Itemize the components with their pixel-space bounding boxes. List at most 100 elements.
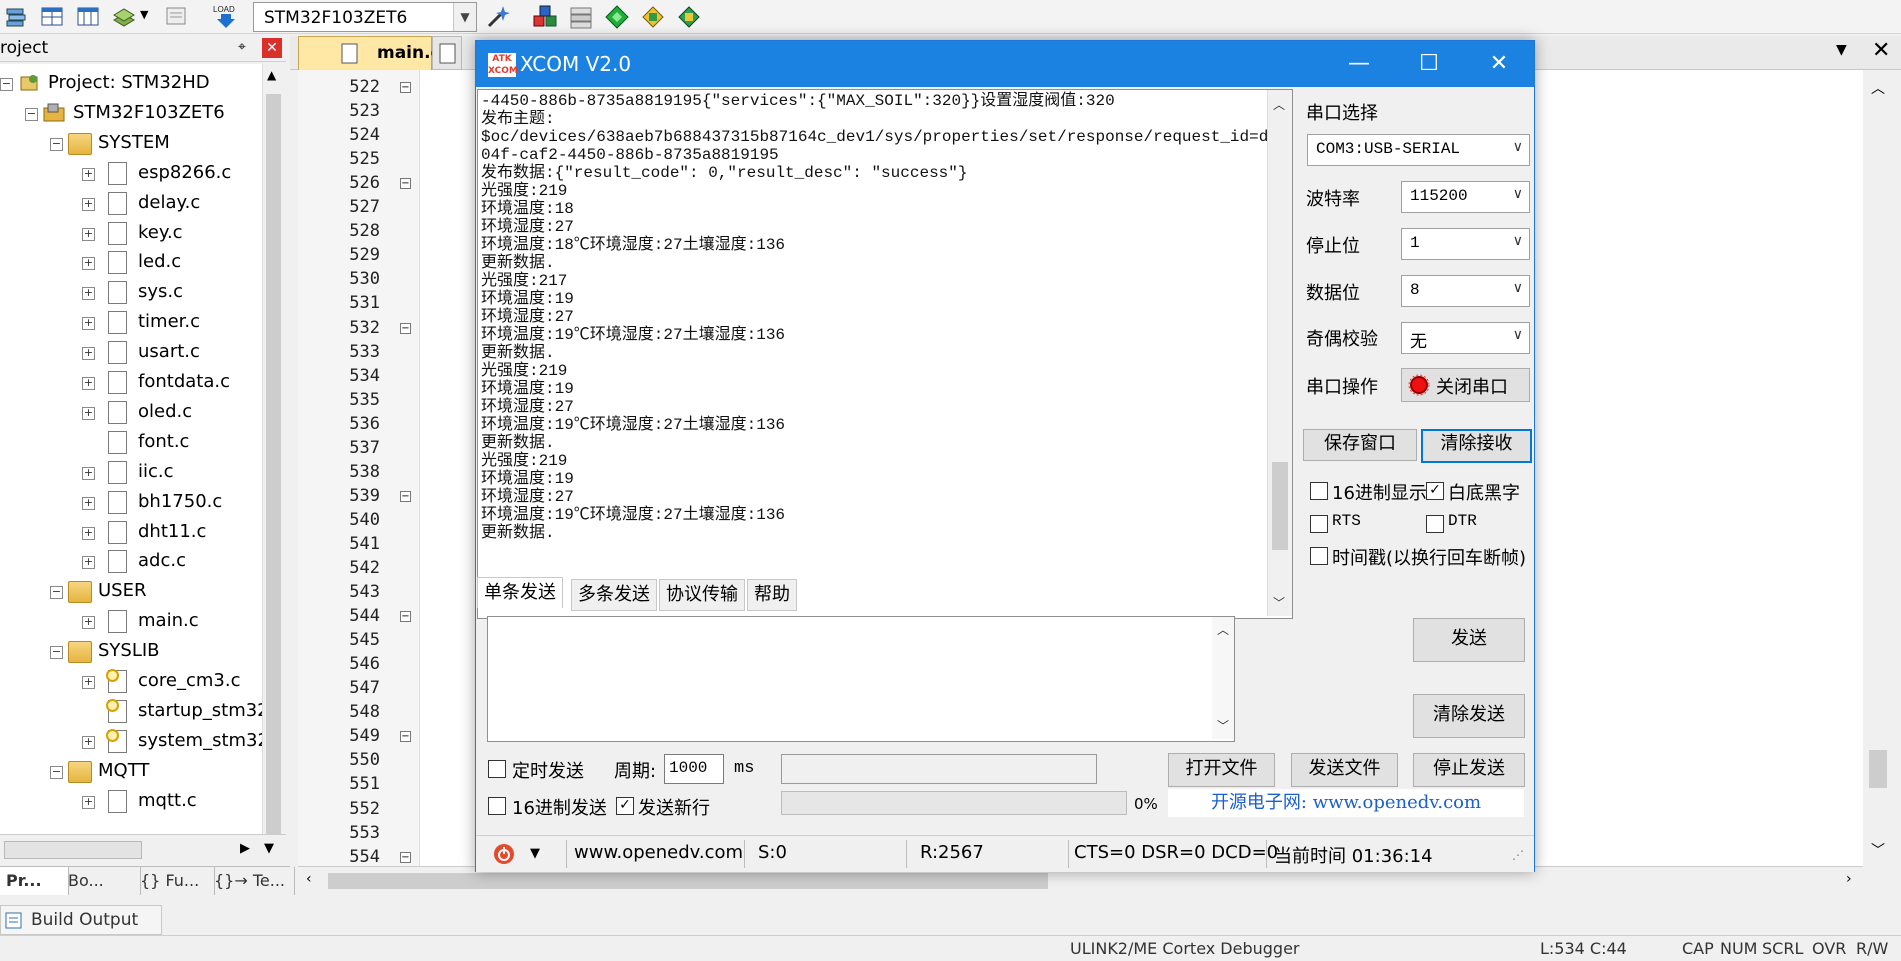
expand-icon[interactable]: + xyxy=(82,227,95,241)
pack-installer-icon[interactable] xyxy=(640,4,664,28)
scroll-right-icon[interactable]: › xyxy=(1846,871,1852,887)
expand-icon[interactable]: + xyxy=(82,377,95,390)
editor-vertical-scrollbar[interactable]: ︿ ﹀ xyxy=(1863,70,1893,866)
tree-item[interactable]: − SYSLIB xyxy=(0,636,262,666)
send-file-button[interactable]: 发送文件 xyxy=(1291,753,1398,787)
scroll-down-icon[interactable]: ﹀ xyxy=(1871,840,1885,860)
expand-icon[interactable]: + xyxy=(82,257,95,271)
scrollbar-thumb[interactable] xyxy=(1272,462,1288,550)
grid-window-icon[interactable] xyxy=(40,4,64,28)
scroll-up-icon[interactable]: ▲ xyxy=(267,68,276,82)
scroll-down-icon[interactable]: ▼ xyxy=(264,841,274,856)
scroll-up-icon[interactable]: ︿ xyxy=(1273,96,1285,113)
tree-item[interactable]: + led.c xyxy=(0,247,262,277)
multi-window-icon[interactable] xyxy=(76,4,100,28)
settings-dropdown-icon[interactable]: ▼ xyxy=(530,846,540,861)
expand-icon[interactable]: + xyxy=(82,287,95,301)
expand-icon[interactable]: + xyxy=(82,616,95,630)
tab-main-c[interactable]: main.c xyxy=(298,36,441,71)
tree-item[interactable]: + usart.c xyxy=(0,337,262,367)
expand-icon[interactable]: + xyxy=(82,197,95,211)
tree-item[interactable]: + key.c xyxy=(0,218,262,248)
maximize-icon[interactable]: ☐ xyxy=(1394,41,1464,87)
save-window-button[interactable]: 保存窗口 xyxy=(1303,429,1417,461)
expand-icon[interactable]: + xyxy=(82,347,95,361)
tree-item[interactable]: + adc.c xyxy=(0,546,262,576)
tab-help[interactable]: 帮助 xyxy=(747,579,797,611)
tree-item[interactable]: + main.c xyxy=(0,606,262,636)
close-port-button[interactable]: 关闭串口 xyxy=(1401,368,1530,402)
collapse-icon[interactable]: − xyxy=(50,646,63,660)
software-packs-icon[interactable] xyxy=(676,4,700,28)
expand-icon[interactable]: + xyxy=(82,167,95,181)
fold-toggle-icon[interactable]: − xyxy=(400,731,411,743)
manage-components-icon[interactable] xyxy=(532,4,557,28)
minimize-icon[interactable]: — xyxy=(1324,41,1394,87)
tree-item[interactable]: − USER xyxy=(0,576,262,606)
tree-item[interactable]: startup_stm32f xyxy=(0,696,262,726)
status-site[interactable]: www.openedv.com xyxy=(574,842,743,863)
timestamp-checkbox[interactable] xyxy=(1310,547,1328,565)
tab-single-send[interactable]: 单条发送 xyxy=(477,577,563,608)
scroll-up-icon[interactable]: ︿ xyxy=(1217,621,1229,638)
expand-icon[interactable]: + xyxy=(82,466,95,480)
scrollbar-thumb[interactable] xyxy=(266,94,281,854)
fold-toggle-icon[interactable]: − xyxy=(400,490,411,502)
stop-send-button[interactable]: 停止发送 xyxy=(1413,753,1525,787)
tab-list-dropdown-icon[interactable]: ▼ xyxy=(1836,42,1847,58)
clear-send-button[interactable]: 清除发送 xyxy=(1413,694,1525,738)
tree-item[interactable]: + iic.c xyxy=(0,457,262,487)
tree-item[interactable]: − STM32F103ZET6 xyxy=(0,98,262,128)
target-device-select[interactable]: STM32F103ZET6 ▼ xyxy=(253,2,477,32)
tree-item[interactable]: − MQTT xyxy=(0,756,262,786)
batch-build-icon[interactable] xyxy=(112,4,136,28)
receive-text[interactable]: -4450-886b-8735a8819195{"services":{"MAX… xyxy=(481,92,1292,542)
promo-link[interactable]: 开源电子网: www.openedv.com xyxy=(1168,789,1524,817)
power-settings-icon[interactable] xyxy=(492,842,516,866)
collapse-icon[interactable]: − xyxy=(50,765,63,779)
fold-toggle-icon[interactable]: − xyxy=(400,82,411,93)
send-newline-checkbox[interactable]: ✓ xyxy=(616,797,634,815)
expand-icon[interactable]: + xyxy=(82,795,95,809)
fold-toggle-icon[interactable]: − xyxy=(400,611,411,623)
expand-icon[interactable]: + xyxy=(82,317,95,331)
tree-item[interactable]: font.c xyxy=(0,427,262,457)
collapse-icon[interactable]: − xyxy=(25,107,38,121)
stop-bits-select[interactable]: 1 ∨ xyxy=(1401,228,1530,260)
clear-receive-button[interactable]: 清除接收 xyxy=(1421,429,1532,463)
expand-icon[interactable]: + xyxy=(82,496,95,510)
layers-icon[interactable] xyxy=(4,4,28,28)
project-tree-scrollbar[interactable]: ▲ xyxy=(262,64,284,854)
baud-rate-select[interactable]: 115200 ∨ xyxy=(1401,181,1530,213)
tree-item[interactable]: − Project: STM32HD xyxy=(0,68,262,98)
send-input[interactable]: ︿ ﹀ xyxy=(487,616,1235,742)
green-diamond-icon[interactable] xyxy=(604,4,629,29)
pin-icon[interactable]: ⌖ xyxy=(238,39,246,55)
project-tree[interactable]: − Project: STM32HD − STM32F103ZET6− SYSTEM + e… xyxy=(0,64,262,834)
close-editor-icon[interactable]: ✕ xyxy=(1872,38,1890,63)
dtr-checkbox[interactable] xyxy=(1426,515,1444,533)
panel-tab-templates[interactable]: {}→ Te... xyxy=(208,867,295,895)
tree-item[interactable]: + timer.c xyxy=(0,307,262,337)
collapse-icon[interactable]: − xyxy=(0,78,13,91)
tree-item[interactable]: + core_cm3.c xyxy=(0,666,262,696)
chevron-down-icon[interactable]: ▼ xyxy=(453,3,476,31)
close-panel-icon[interactable]: ✕ xyxy=(262,38,282,58)
hex-display-checkbox[interactable] xyxy=(1310,482,1328,500)
project-tree-hscrollbar[interactable]: ▶ ▼ xyxy=(0,834,286,864)
parity-select[interactable]: 无 ∨ xyxy=(1401,322,1530,354)
send-scrollbar[interactable]: ︿ ﹀ xyxy=(1212,617,1234,739)
tree-item[interactable]: + system_stm32f xyxy=(0,726,262,756)
panel-tab-books[interactable]: Bo... xyxy=(62,867,141,895)
fold-toggle-icon[interactable]: − xyxy=(400,851,411,863)
panel-tab-functions[interactable]: {} Fu... xyxy=(134,867,215,895)
rts-checkbox[interactable] xyxy=(1310,515,1328,533)
data-bits-select[interactable]: 8 ∨ xyxy=(1401,275,1530,307)
expand-icon[interactable]: + xyxy=(82,526,95,540)
scrollbar-thumb[interactable] xyxy=(1869,750,1887,788)
scroll-down-icon[interactable]: ﹀ xyxy=(1273,594,1285,611)
build-output-tab[interactable]: Build Output xyxy=(0,905,162,935)
xcom-title-bar[interactable]: ATK XCOM XCOM V2.0 — ☐ ✕ xyxy=(476,41,1534,87)
tree-item[interactable]: − SYSTEM xyxy=(0,128,262,158)
stacked-books-icon[interactable] xyxy=(568,4,592,29)
